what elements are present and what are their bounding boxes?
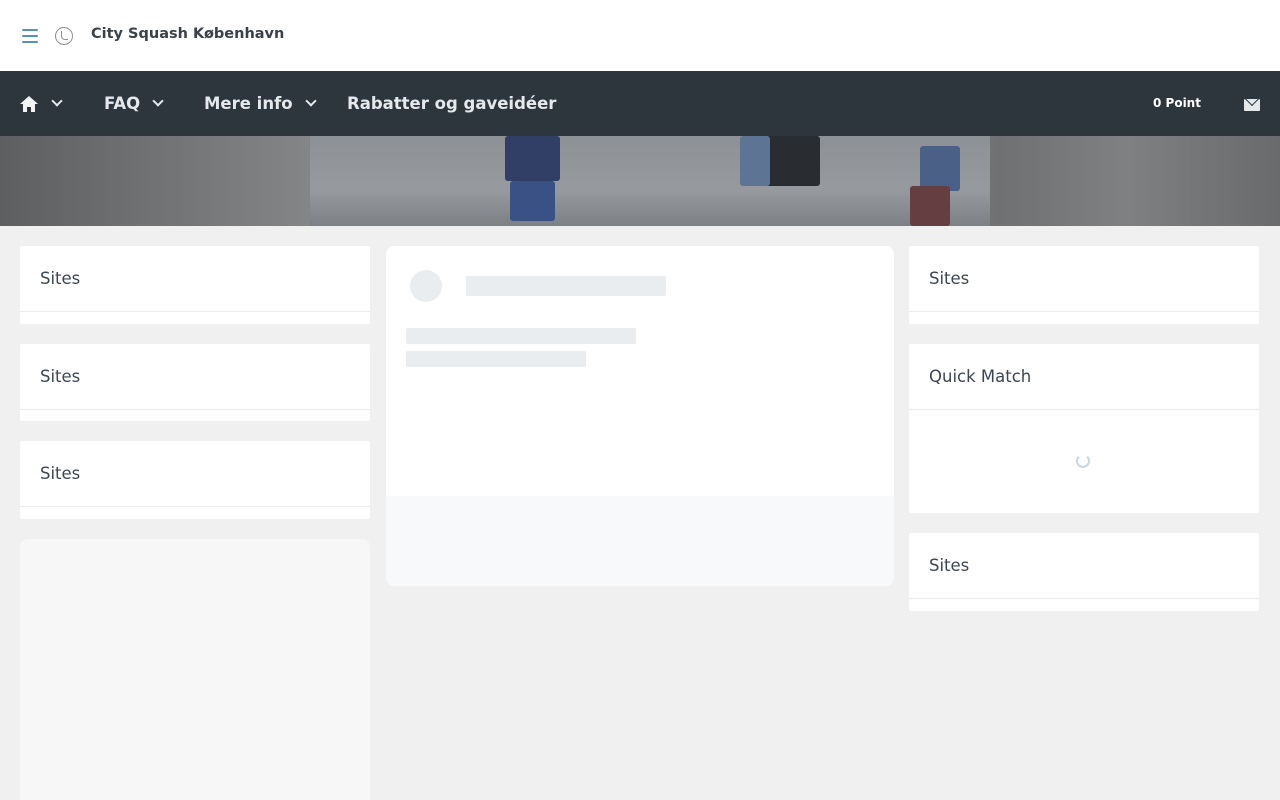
sites-card-right-1: Sites — [909, 246, 1259, 324]
nav-discounts-label: Rabatter og gaveidéer — [347, 94, 557, 113]
empty-card-left — [20, 539, 370, 800]
skeleton-line — [406, 351, 586, 367]
skeleton-footer — [386, 496, 894, 586]
card-title: Sites — [909, 533, 1259, 599]
skeleton-line — [406, 328, 636, 344]
nav-more-info[interactable]: Mere info — [204, 71, 317, 136]
club-logo-icon[interactable] — [55, 27, 73, 45]
card-title: Sites — [20, 344, 370, 410]
feed-skeleton-card — [386, 246, 894, 586]
nav-faq-label: FAQ — [104, 94, 141, 113]
hamburger-menu-icon[interactable] — [22, 29, 38, 43]
hero-banner — [0, 136, 1280, 226]
quick-match-card: Quick Match — [909, 344, 1259, 513]
card-title: Sites — [909, 246, 1259, 312]
sites-card-left-1: Sites — [20, 246, 370, 324]
card-title: Sites — [20, 441, 370, 507]
top-header: City Squash København — [0, 0, 1280, 71]
skeleton-title — [466, 276, 666, 296]
nav-discounts[interactable]: Rabatter og gaveidéer — [347, 71, 556, 136]
card-title: Sites — [20, 246, 370, 312]
points-counter[interactable]: 0 Point — [1153, 96, 1201, 110]
loading-spinner-icon — [1076, 454, 1090, 468]
nav-faq[interactable]: FAQ — [104, 71, 164, 136]
chevron-down-icon — [304, 95, 317, 107]
home-icon — [20, 95, 38, 112]
sites-card-left-3: Sites — [20, 441, 370, 519]
card-title: Quick Match — [909, 344, 1259, 410]
nav-more-info-label: Mere info — [204, 94, 293, 113]
sites-card-right-2: Sites — [909, 533, 1259, 611]
brand-name[interactable]: City Squash København — [91, 26, 284, 42]
main-navbar: FAQ Mere info Rabatter og gaveidéer — [0, 71, 1280, 136]
nav-home[interactable] — [20, 71, 63, 136]
chevron-down-icon — [51, 95, 63, 107]
mail-icon[interactable] — [1244, 99, 1260, 111]
sites-card-left-2: Sites — [20, 344, 370, 421]
skeleton-avatar — [410, 270, 442, 302]
chevron-down-icon — [152, 95, 164, 107]
